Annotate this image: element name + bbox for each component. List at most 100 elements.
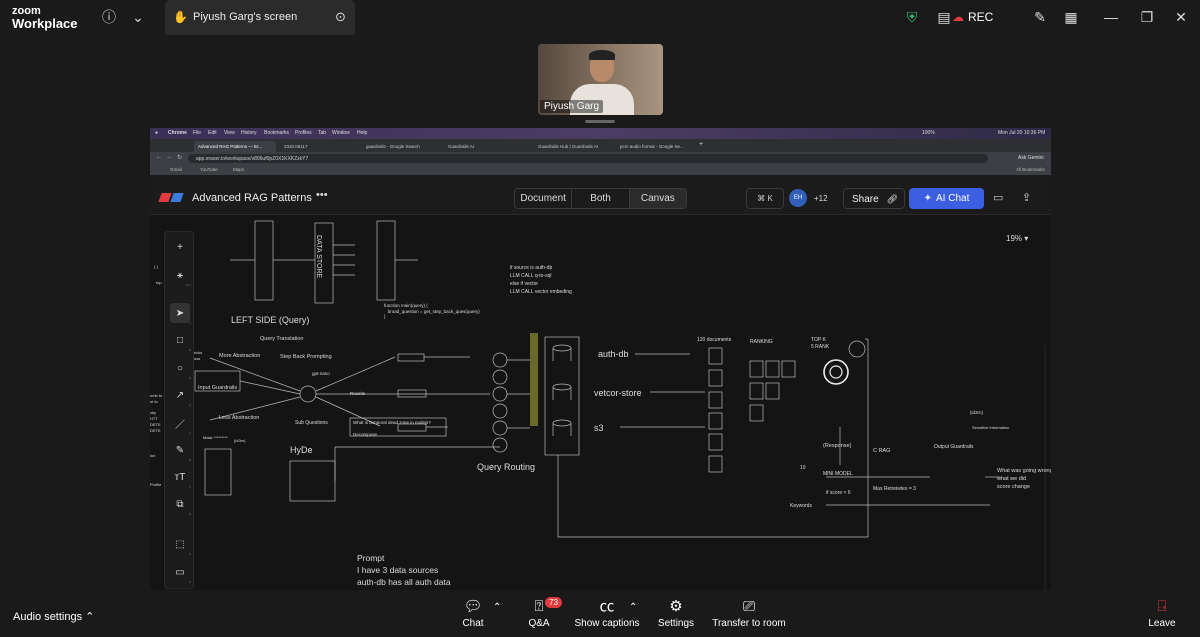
doc-card-6[interactable]	[708, 455, 723, 473]
doc-card-2[interactable]	[708, 369, 723, 387]
router-node-3[interactable]	[492, 386, 508, 402]
video-drag-handle[interactable]	[585, 120, 615, 123]
router-node-1[interactable]	[492, 352, 508, 368]
sticker-tool[interactable]: ⧉ S	[170, 494, 191, 517]
mac-menu-tab[interactable]: Tab	[318, 130, 326, 136]
chrome-tab-1[interactable]: Advanced RAG Patterns — Er...	[194, 141, 276, 152]
box-right-column[interactable]	[376, 220, 396, 301]
export-icon[interactable]: ⇪	[1022, 191, 1031, 204]
share-button[interactable]: Share 🔗︎	[843, 188, 905, 209]
rank-card-5[interactable]	[765, 382, 780, 400]
box-data-sources[interactable]	[544, 336, 580, 456]
diagram-canvas[interactable]: DATA STORE LEFT SIDE (Query) Query Trans…	[150, 215, 1051, 590]
mac-menu-profiles[interactable]: Profiles	[295, 130, 312, 136]
participant-video[interactable]: Piyush Garg	[538, 44, 663, 115]
rank-card-2[interactable]	[765, 360, 780, 378]
router-node-6[interactable]	[492, 437, 508, 453]
more-icon[interactable]: •••	[316, 189, 328, 201]
avatar[interactable]: EH	[789, 189, 807, 207]
doc-card-4[interactable]	[708, 412, 723, 430]
mac-menu-bookmarks[interactable]: Bookmarks	[264, 130, 289, 136]
comment-icon[interactable]: ▭	[993, 191, 1003, 204]
router-node-4[interactable]	[492, 403, 508, 419]
arrow-tool[interactable]: ↗ A	[170, 385, 191, 408]
rectangle-tool[interactable]: □ R	[170, 330, 191, 353]
ask-gemini-button[interactable]: Ask Gemini	[1018, 155, 1044, 161]
box-sub-questions[interactable]	[397, 423, 427, 432]
bookmark-gmail[interactable]: Gmail	[170, 167, 182, 172]
audio-settings-button[interactable]: Audio settings ⌃	[13, 610, 94, 623]
doc-card-3[interactable]	[708, 391, 723, 409]
document-title[interactable]: Advanced RAG Patterns	[192, 192, 312, 204]
node-topk[interactable]	[848, 340, 866, 358]
box-mask[interactable]	[204, 448, 232, 496]
all-bookmarks[interactable]: All Bookmarks	[1016, 167, 1045, 172]
leave-button[interactable]: ⍈ Leave	[1146, 596, 1178, 629]
ellipse-tool[interactable]: ○ O	[170, 358, 191, 381]
mac-menu-file[interactable]: File	[193, 130, 201, 136]
pen-tool[interactable]: ✎ P	[170, 440, 191, 463]
shapes-tool[interactable]: ⚹ M J	[170, 265, 191, 288]
chat-options-chevron-icon[interactable]: ⌃	[493, 602, 501, 613]
close-icon[interactable]: ✕	[1172, 8, 1190, 26]
box-rewrite[interactable]	[397, 389, 427, 398]
rank-card-3[interactable]	[781, 360, 796, 378]
chrome-tab-4[interactable]: Guardrails AI	[444, 141, 526, 152]
screen-share-tab[interactable]: ✋ Piyush Garg's screen ⊙	[165, 0, 355, 35]
line-tool[interactable]: ／ L	[170, 413, 191, 436]
box-hyde[interactable]	[289, 460, 336, 502]
doc-card-5[interactable]	[708, 433, 723, 451]
view-both[interactable]: Both	[572, 189, 630, 208]
chrome-tab-6[interactable]: pcm audio format - Google Se...	[616, 141, 696, 152]
settings-button[interactable]: ⚙ Settings	[656, 596, 696, 629]
rec-label[interactable]: REC	[968, 10, 993, 24]
doc-card-1[interactable]	[708, 347, 723, 365]
rank-card-1[interactable]	[749, 360, 764, 378]
new-tab-icon[interactable]: +	[699, 141, 703, 148]
rank-card-6[interactable]	[749, 404, 764, 422]
chrome-tab-2[interactable]: 2310.06117	[280, 141, 358, 152]
mac-menu-edit[interactable]: Edit	[208, 130, 217, 136]
captions-options-chevron-icon[interactable]: ⌃	[629, 602, 637, 613]
view-document[interactable]: Document	[515, 189, 573, 208]
chrome-tab-5[interactable]: Guardrails Hub | Guardrails AI	[534, 141, 614, 152]
rank-card-4[interactable]	[749, 382, 764, 400]
router-node-2[interactable]	[492, 369, 508, 385]
restore-icon[interactable]: ❐	[1138, 8, 1156, 26]
text-tool[interactable]: тT T	[170, 467, 191, 490]
rec-cloud-icon[interactable]: ☁	[952, 10, 964, 24]
bookmark-maps[interactable]: Maps	[233, 167, 244, 172]
mac-menu-window[interactable]: Window	[332, 130, 350, 136]
select-tool[interactable]: ➤ V	[170, 303, 191, 325]
frame-tool[interactable]: ⬚ F	[170, 534, 191, 557]
reload-icon[interactable]: ↻	[177, 154, 182, 161]
extra-collaborators[interactable]: +12	[814, 194, 828, 203]
mac-menu-history[interactable]: History	[241, 130, 257, 136]
mac-menu-view[interactable]: View	[224, 130, 235, 136]
box-step-back[interactable]	[397, 353, 425, 362]
chrome-tab-3[interactable]: guardrails - Google Search	[362, 141, 440, 152]
mac-menu-chrome[interactable]: Chrome	[168, 130, 187, 136]
shield-icon[interactable]: ⛨	[903, 8, 921, 26]
box-left-column[interactable]	[254, 220, 274, 301]
nav-forward-icon[interactable]: →	[166, 154, 172, 160]
bookmark-youtube[interactable]: YouTube	[200, 167, 218, 172]
minimize-icon[interactable]: —	[1102, 8, 1120, 26]
chevron-down-icon[interactable]: ⌄	[129, 8, 147, 26]
pen-icon[interactable]: ✎	[1031, 8, 1049, 26]
ai-chat-button[interactable]: ✦ AI Chat	[909, 188, 984, 209]
add-tool[interactable]: +	[170, 237, 190, 257]
router-node-5[interactable]	[492, 420, 508, 436]
nav-back-icon[interactable]: ←	[156, 154, 162, 160]
document-icon[interactable]: ▤	[935, 8, 953, 26]
comment-tool[interactable]: ▭ C	[170, 562, 191, 585]
more-options-icon[interactable]: ⊙	[335, 9, 346, 25]
gallery-icon[interactable]: ▦	[1062, 8, 1080, 26]
command-palette-button[interactable]: ⌘ K	[746, 188, 784, 209]
node-translation[interactable]	[299, 385, 317, 403]
mac-menu-help[interactable]: Help	[357, 130, 367, 136]
transfer-to-room-button[interactable]: ⎚ Transfer to room	[710, 596, 788, 629]
url-input[interactable]: app.eraser.io/workspace/v806uf0pZ0X1KXKZ…	[188, 154, 988, 163]
view-canvas[interactable]: Canvas	[629, 189, 686, 208]
chat-button[interactable]: 💬︎ Chat	[458, 596, 488, 629]
